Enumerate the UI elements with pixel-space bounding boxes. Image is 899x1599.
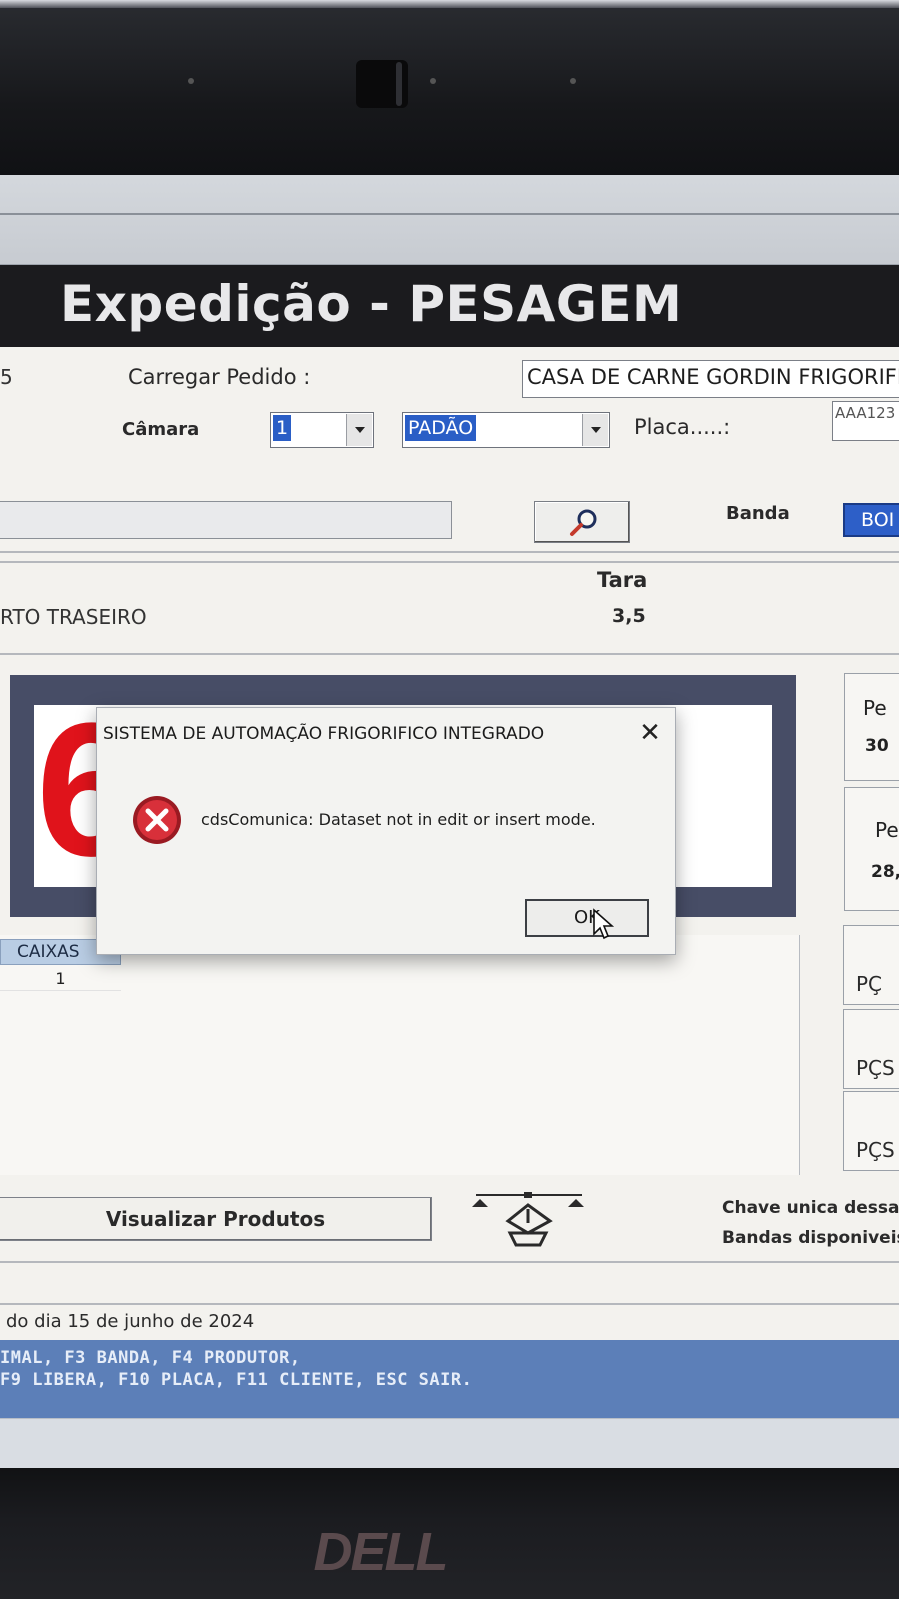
divider [0,551,899,553]
shortcuts-line-1: IMAL, F3 BANDA, F4 PRODUTOR, [0,1348,301,1368]
magnifier-icon [570,509,597,536]
dialog-message: cdsComunica: Dataset not in edit or inse… [201,810,596,829]
tipo-select[interactable]: PADÃO [402,412,610,448]
search-button[interactable] [534,501,630,543]
pcs-panel-1: PÇ [843,925,899,1005]
peso-panel-title: Pe [863,696,887,720]
tipo-selected-value: PADÃO [405,415,477,441]
peso-panel-title: Pe [875,818,899,842]
ambient-light-strip [0,0,899,8]
client-field[interactable]: CASA DE CARNE GORDIN FRIGORIFICO [522,360,899,398]
placa-field[interactable]: AAA123 [832,401,899,441]
shortcut-status-bar: IMAL, F3 BANDA, F4 PRODUTOR, F9 LIBERA, … [0,1340,899,1418]
scale-icon[interactable] [466,1189,594,1249]
chevron-down-icon[interactable] [346,414,372,446]
date-label: do dia 15 de junho de 2024 [6,1311,255,1332]
divider [0,561,899,563]
shortcuts-line-2: F9 LIBERA, F10 PLACA, F11 CLIENTE, ESC S… [0,1370,473,1390]
partial-order-number: 5 [0,365,13,389]
search-input[interactable] [0,501,452,539]
bandas-line: Bandas disponiveis [722,1228,899,1248]
banda-field[interactable]: BOI [843,503,899,537]
camara-select[interactable]: 1 [270,412,374,448]
chevron-down-icon[interactable] [582,414,608,446]
peso-panel-value: 30 [865,736,889,756]
page-title: Expedição - PESAGEM [60,275,683,333]
banda-label: Banda [726,503,790,524]
indicator-dot [430,78,436,84]
close-icon[interactable]: ✕ [633,716,667,750]
divider [0,653,899,655]
ok-button[interactable]: OK [525,899,649,937]
tara-label: Tara [597,568,648,592]
carregar-pedido-label: Carregar Pedido : [128,365,311,389]
indicator-dot [188,78,194,84]
placa-label: Placa.....: [634,415,731,439]
divider [0,1303,899,1305]
peso-panel-2: Pe 28, [844,787,899,911]
camara-selected-value: 1 [273,415,292,441]
visualizar-produtos-button[interactable]: Visualizar Produtos [0,1197,432,1241]
peso-panel-value: 28, [871,862,899,882]
dell-logo: DELL [313,1522,449,1582]
chave-line: Chave unica dessa [722,1198,899,1218]
chave-info: Chave unica dessa Bandas disponiveis [722,1193,899,1253]
pcs-panel-3: PÇS [843,1091,899,1171]
peso-panel-1: Pe 30 [844,673,899,781]
product-name: RTO TRASEIRO [0,605,147,629]
mouse-cursor-icon [593,908,615,940]
pcs-panel-2: PÇS [843,1009,899,1089]
window-frame-line [0,213,899,215]
window-frame-top [0,175,899,265]
divider [0,1261,899,1263]
dialog-title: SISTEMA DE AUTOMAÇÃO FRIGORIFICO INTEGRA… [103,724,545,744]
error-dialog: SISTEMA DE AUTOMAÇÃO FRIGORIFICO INTEGRA… [96,707,676,955]
camara-label: Câmara [122,419,200,440]
monitor-bezel-top [0,0,899,175]
error-icon [133,796,181,844]
tara-value: 3,5 [612,605,646,627]
indicator-dot [570,78,576,84]
window-frame-bottom [0,1418,899,1468]
webcam-lens [396,62,402,106]
table-row[interactable]: 1 [0,967,121,991]
